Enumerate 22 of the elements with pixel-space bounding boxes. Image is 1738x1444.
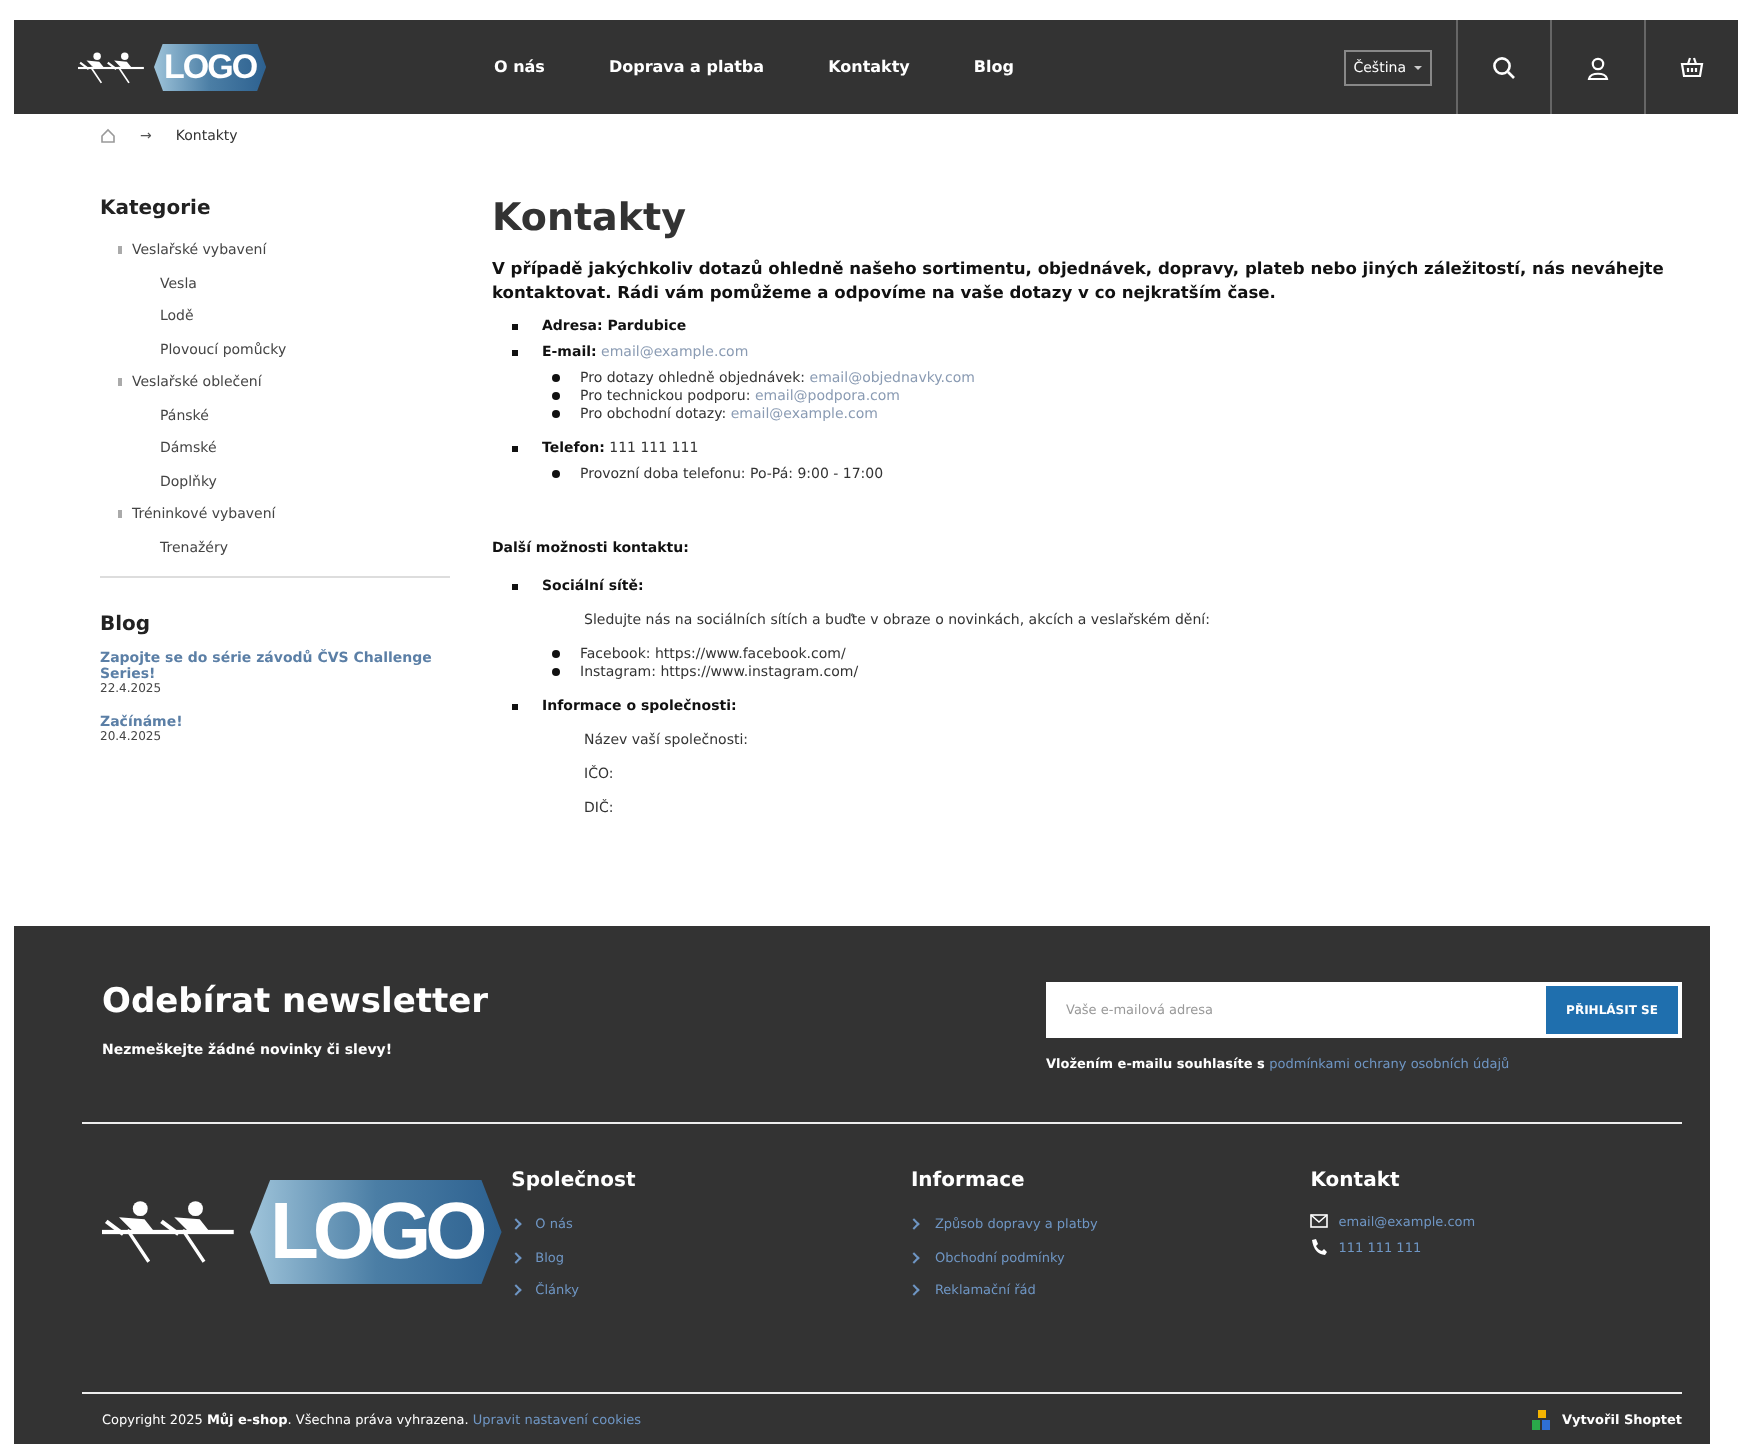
basket-icon[interactable] <box>1680 55 1704 79</box>
user-icon[interactable] <box>1586 55 1610 79</box>
newsletter-title: Odebírat newsletter <box>102 982 491 1022</box>
logo[interactable]: LOGO <box>154 43 267 91</box>
phone-icon <box>1310 1238 1329 1256</box>
nav-link[interactable]: Kontakty <box>828 58 910 76</box>
footer-heading: Společnost <box>511 1170 636 1192</box>
search-icon[interactable] <box>1492 55 1516 79</box>
page-title: Kontakty <box>492 196 686 240</box>
intro-text: V případě jakýchkoliv dotazů ohledně našeho sortimentu, objednávek, dopravy, plateb nebo jiných záležitostí, nás neváhejte kontaktovat. Rádi vám pomůžeme a odpovíme na vaše dotazy v co nejkratším čase. <box>492 258 1666 304</box>
home-icon[interactable] <box>100 128 116 144</box>
nav-link[interactable]: Doprava a platba <box>608 58 765 76</box>
blog-heading: Blog <box>100 614 151 636</box>
rowers-drawing <box>78 49 146 85</box>
logo[interactable]: LOGO <box>250 1180 502 1284</box>
shoptet-icon <box>1531 1410 1552 1430</box>
nav-link[interactable]: Blog <box>973 58 1014 76</box>
footer-heading: Informace <box>910 1170 1025 1192</box>
nav-link[interactable]: O nás <box>494 58 545 76</box>
footer-heading: Kontakt <box>1310 1170 1400 1192</box>
mail-icon <box>1310 1212 1329 1230</box>
sidebar-heading: Kategorie <box>100 198 211 220</box>
